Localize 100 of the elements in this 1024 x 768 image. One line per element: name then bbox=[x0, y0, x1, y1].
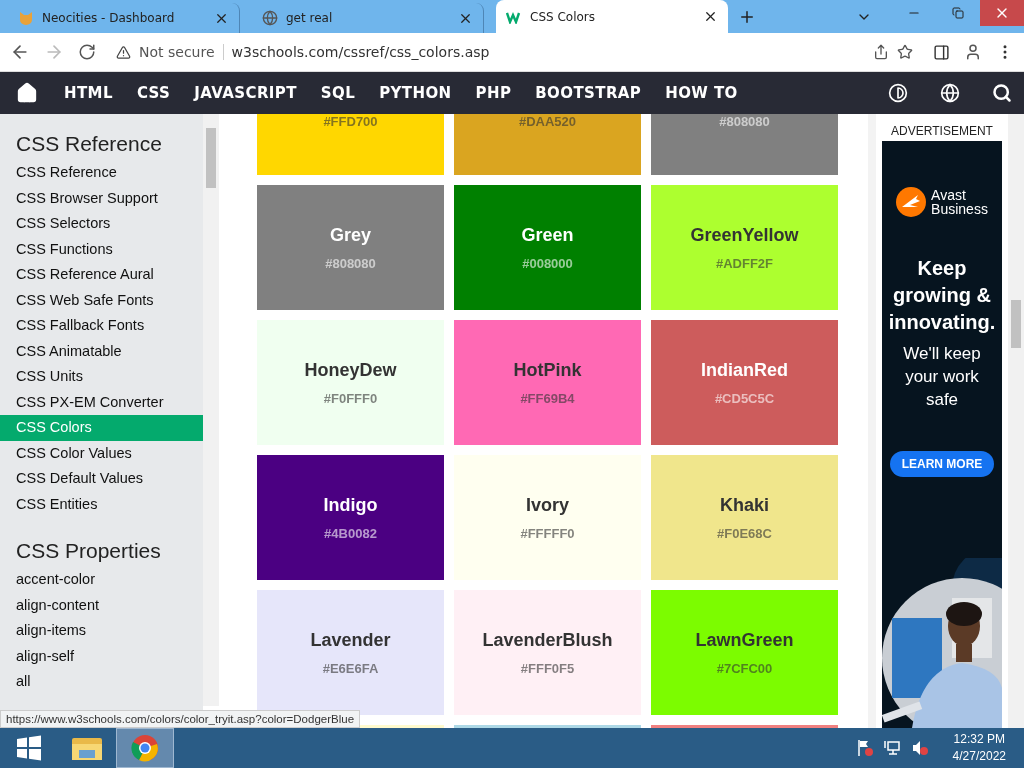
brand-name: Business bbox=[931, 202, 988, 216]
color-hex: #4B0082 bbox=[324, 525, 377, 541]
new-tab-icon[interactable] bbox=[738, 8, 756, 26]
color-card[interactable]: GreenYellow #ADFF2F bbox=[651, 185, 838, 310]
sidebar-link[interactable]: align-items bbox=[0, 618, 203, 644]
sidebar-link[interactable]: align-self bbox=[0, 643, 203, 669]
color-name: HotPink bbox=[513, 359, 582, 381]
color-card[interactable]: HotPink #FF69B4 bbox=[454, 320, 641, 445]
nav-link[interactable]: JAVASCRIPT bbox=[182, 84, 309, 102]
url-text: w3schools.com/cssref/css_colors.asp bbox=[231, 44, 490, 60]
brand-name: Avast bbox=[931, 188, 967, 202]
color-name: GreenYellow bbox=[690, 224, 799, 246]
color-hex: #008000 bbox=[522, 255, 573, 271]
ad-label: ADVERTISEMENT bbox=[891, 124, 993, 138]
color-name: Ivory bbox=[526, 494, 569, 516]
color-hex: #7CFC00 bbox=[716, 660, 773, 676]
color-name: LavenderBlush bbox=[482, 629, 613, 651]
color-hex: #FFD700 bbox=[323, 114, 378, 129]
sidebar-link[interactable]: CSS Reference Aural bbox=[0, 262, 203, 288]
nav-link[interactable]: PHP bbox=[463, 84, 524, 102]
restore-icon bbox=[952, 7, 964, 19]
color-card[interactable]: Ivory #FFFFF0 bbox=[454, 455, 641, 580]
sidebar-link[interactable]: align-content bbox=[0, 592, 203, 618]
color-hex: #808080 bbox=[325, 255, 376, 271]
color-card[interactable]: Indigo #4B0082 bbox=[257, 455, 444, 580]
clock-time: 12:32 PM bbox=[952, 731, 1006, 748]
sidebar-link[interactable]: CSS Selectors bbox=[0, 211, 203, 237]
sidebar-link[interactable]: CSS Functions bbox=[0, 236, 203, 262]
flag-icon[interactable] bbox=[856, 739, 873, 757]
sidebar-link[interactable]: CSS PX-EM Converter bbox=[0, 389, 203, 415]
color-hex: #FFF0F5 bbox=[520, 660, 575, 676]
color-card[interactable]: Green #008000 bbox=[454, 185, 641, 310]
nav-link[interactable]: CSS bbox=[124, 84, 183, 102]
color-hex: #F0E68C bbox=[717, 525, 772, 541]
reload-icon[interactable] bbox=[78, 43, 96, 61]
color-name: IndianRed bbox=[701, 359, 788, 381]
color-name: Khaki bbox=[720, 494, 769, 516]
sidebar-link[interactable]: CSS Reference bbox=[0, 160, 203, 186]
logo-icon bbox=[896, 187, 927, 217]
ad-text: We'll keep your work safe bbox=[902, 343, 982, 411]
color-hex: #DAA520 bbox=[518, 114, 577, 129]
scrollbar[interactable] bbox=[1008, 114, 1024, 728]
color-name: LawnGreen bbox=[695, 629, 794, 651]
ad-banner[interactable]: Avast Business Keep growing & innovating. We'll keep your work safe LEARN MORE bbox=[882, 141, 1002, 728]
sidebar-link[interactable]: all bbox=[0, 669, 203, 695]
browser-icon bbox=[131, 734, 159, 762]
sidebar-link[interactable]: CSS Web Safe Fonts bbox=[0, 287, 203, 313]
color-hex: #E6E6FA bbox=[322, 660, 379, 676]
status-url-tooltip: https://www.w3schools.com/colors/color_tryit.asp?color=DodgerBlue bbox=[0, 710, 361, 728]
learn-more-button[interactable]: LEARN MORE bbox=[889, 451, 995, 477]
sidebar-heading: CSS Reference bbox=[15, 132, 163, 156]
security-label: Not secure bbox=[139, 44, 224, 60]
profile-icon[interactable] bbox=[964, 43, 982, 61]
color-hex: #FF69B4 bbox=[520, 390, 575, 406]
speaker-icon[interactable] bbox=[910, 740, 929, 756]
sidebar-link[interactable]: CSS Color Values bbox=[0, 440, 203, 466]
sidebar-link[interactable]: CSS Fallback Fonts bbox=[0, 313, 203, 339]
side-panel-icon[interactable] bbox=[933, 43, 950, 61]
color-card[interactable]: IndianRed #CD5C5C bbox=[651, 320, 838, 445]
color-hex: #F0FFF0 bbox=[323, 390, 378, 406]
color-card[interactable]: LawnGreen #7CFC00 bbox=[651, 590, 838, 715]
sidebar-link[interactable]: CSS Animatable bbox=[0, 338, 203, 364]
share-icon[interactable] bbox=[873, 44, 889, 60]
color-hex: #808080 bbox=[719, 114, 770, 129]
clock-date: 4/27/2022 bbox=[952, 748, 1006, 765]
nav-link[interactable]: HOW TO bbox=[653, 84, 750, 102]
color-card[interactable]: Lavender #E6E6FA bbox=[257, 590, 444, 715]
star-icon[interactable] bbox=[897, 44, 913, 60]
sidebar-link[interactable]: accent-color bbox=[0, 567, 203, 593]
network-icon[interactable] bbox=[882, 740, 901, 756]
color-name: Lavender bbox=[310, 629, 391, 651]
color-card[interactable]: Khaki #F0E68C bbox=[651, 455, 838, 580]
color-hex: #ADFF2F bbox=[715, 255, 774, 271]
close-icon[interactable] bbox=[703, 9, 718, 24]
browser-button[interactable] bbox=[116, 728, 174, 768]
globe-icon[interactable] bbox=[940, 83, 960, 103]
color-card[interactable]: HoneyDew #F0FFF0 bbox=[257, 320, 444, 445]
contrast-icon[interactable] bbox=[888, 83, 908, 103]
color-name: Indigo bbox=[323, 494, 378, 516]
color-name: HoneyDew bbox=[304, 359, 397, 381]
sidebar-heading: CSS Properties bbox=[15, 539, 162, 563]
ad-headline: Keep growing & innovating. bbox=[887, 256, 997, 335]
sidebar-link[interactable]: CSS Entities bbox=[0, 491, 203, 517]
sidebar-link[interactable]: CSS Default Values bbox=[0, 466, 203, 492]
browser-tab[interactable]: CSS Colors bbox=[496, 0, 728, 33]
cat-icon bbox=[18, 10, 34, 26]
nav-link[interactable]: BOOTSTRAP bbox=[523, 84, 654, 102]
nav-link[interactable]: PYTHON bbox=[367, 84, 464, 102]
warning-icon bbox=[116, 44, 131, 60]
home-icon[interactable] bbox=[16, 82, 38, 104]
nav-link[interactable]: HTML bbox=[52, 84, 125, 102]
search-icon[interactable] bbox=[992, 83, 1012, 103]
color-card[interactable]: Grey #808080 bbox=[257, 185, 444, 310]
sidebar-link[interactable]: CSS Browser Support bbox=[0, 185, 203, 211]
color-name: Green bbox=[521, 224, 574, 246]
sidebar-link[interactable]: CSS Units bbox=[0, 364, 203, 390]
nav-link[interactable]: SQL bbox=[308, 84, 368, 102]
scrollbar[interactable] bbox=[203, 114, 219, 706]
color-hex: #CD5C5C bbox=[714, 390, 775, 406]
color-card[interactable]: LavenderBlush #FFF0F5 bbox=[454, 590, 641, 715]
